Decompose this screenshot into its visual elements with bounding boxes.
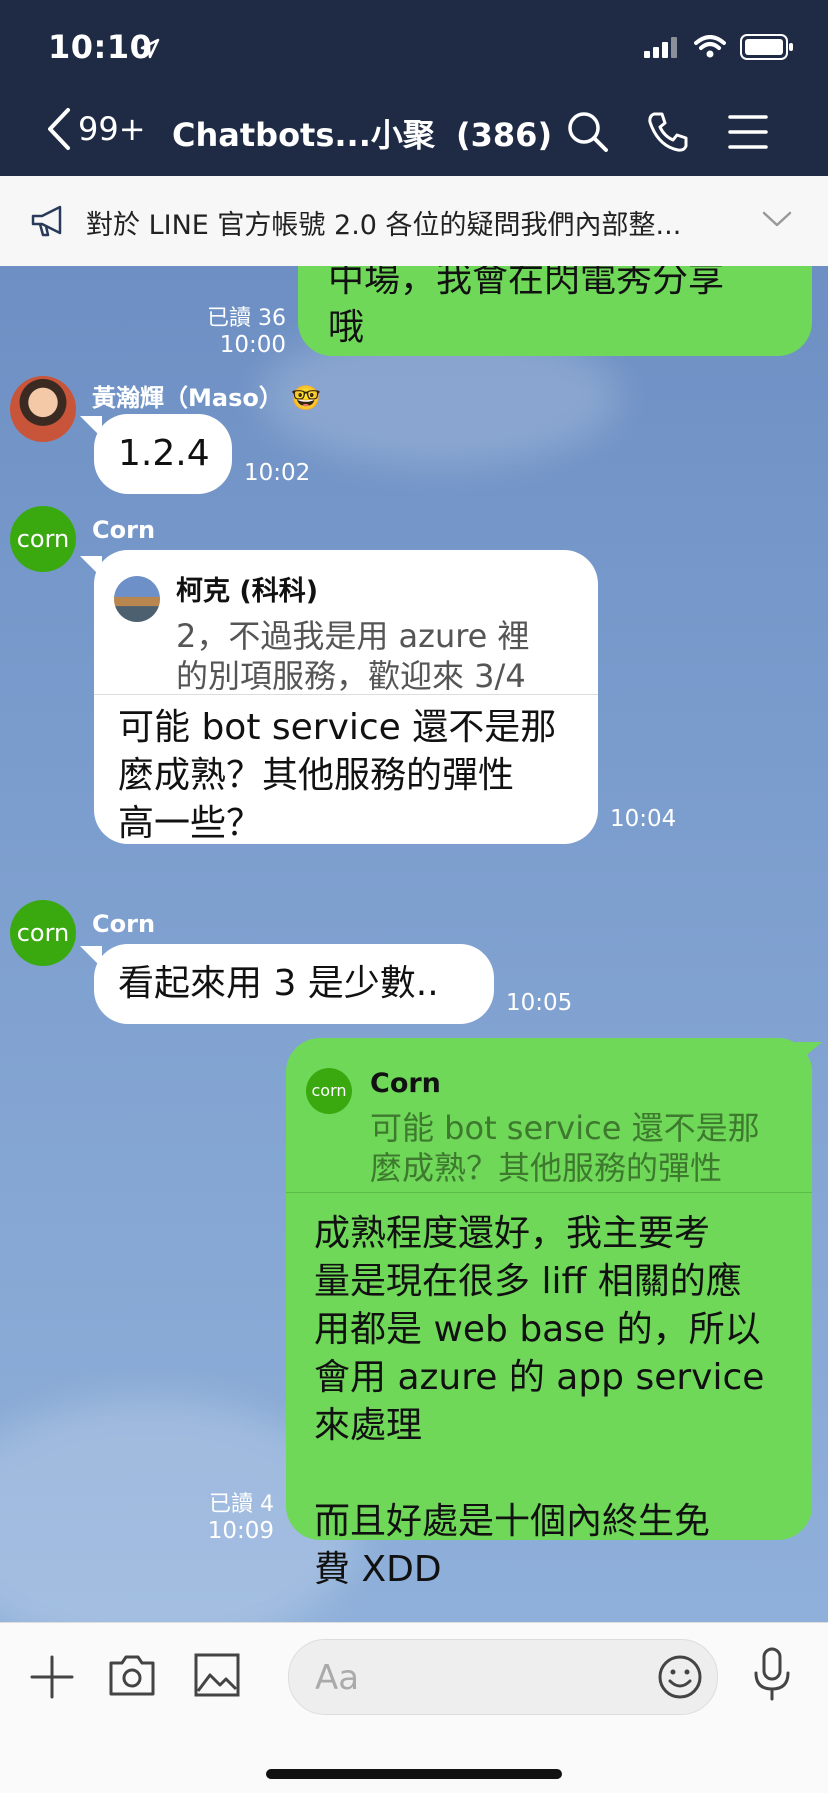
message-time: 10:02 (244, 460, 311, 486)
quoted-text: 可能 bot service 還不是那 麼成熟？其他服務的彈性 (370, 1109, 760, 1187)
quoted-sender: 柯克 (科科) (176, 576, 319, 607)
avatar-label: corn (311, 1081, 347, 1100)
outgoing-reply-bubble[interactable]: corn Corn 可能 bot service 還不是那 麼成熟？其他服務的彈… (286, 1038, 812, 1590)
sender-emoji: 🤓 (291, 384, 322, 412)
emoji-icon[interactable] (657, 1654, 703, 1700)
member-count: (386) (456, 116, 553, 154)
outgoing-message-bubble[interactable]: 中場，我會在閃電秀分享 哦 (298, 266, 812, 356)
chat-title-text: Chatbots...小聚 (172, 116, 435, 154)
chevron-down-icon[interactable] (762, 210, 792, 228)
read-receipt: 已讀 36 (207, 306, 286, 331)
message-time: 10:04 (610, 806, 677, 832)
incoming-message-bubble[interactable]: 1.2.4 (94, 414, 232, 494)
sender-name: Corn (92, 516, 156, 544)
unread-count: 99+ (78, 110, 146, 148)
home-indicator (266, 1769, 562, 1779)
status-bar: 10:10 (0, 0, 828, 88)
location-arrow-icon (140, 38, 160, 59)
plus-icon[interactable] (30, 1655, 74, 1699)
sender-name: Corn (92, 910, 156, 938)
battery-icon (740, 34, 793, 60)
chat-area[interactable]: 中場，我會在閃電秀分享 哦 已讀 36 10:00 黃瀚輝（Maso） 🤓 1.… (0, 266, 828, 1622)
status-time: 10:10 (48, 28, 153, 66)
avatar[interactable] (10, 376, 76, 442)
status-icons (644, 34, 794, 60)
back-button[interactable]: 99+ (44, 106, 146, 152)
microphone-icon[interactable] (752, 1647, 792, 1703)
message-text: 中場，我會在閃電秀分享 哦 (328, 266, 725, 348)
chat-title[interactable]: Chatbots...小聚 (386) (172, 110, 552, 156)
message-input[interactable]: Aa (288, 1639, 718, 1715)
quote-divider (94, 694, 598, 695)
avatar-label: corn (16, 525, 70, 553)
signal-icon (644, 37, 677, 58)
announcement-text: 對於 LINE 官方帳號 2.0 各位的疑問我們內部整... (86, 210, 682, 241)
message-text: 看起來用 3 是少數.. (118, 963, 439, 1004)
message-time: 10:05 (506, 990, 573, 1016)
phone-icon[interactable] (646, 110, 690, 154)
avatar-label: corn (16, 919, 70, 947)
search-icon[interactable] (566, 110, 610, 154)
input-placeholder: Aa (315, 1658, 360, 1698)
quoted-avatar: corn (306, 1068, 352, 1114)
image-icon[interactable] (194, 1653, 240, 1697)
message-meta: 已讀 36 10:00 (180, 300, 286, 358)
quoted-message[interactable]: Corn 可能 bot service 還不是那 麼成熟？其他服務的彈性 (370, 1060, 760, 1188)
sender-name: 黃瀚輝（Maso） 🤓 (92, 378, 321, 413)
quoted-sender: Corn (370, 1068, 441, 1099)
quoted-text: 2，不過我是用 azure 裡 的別項服務，歡迎來 3/4 (176, 617, 530, 695)
message-text: 可能 bot service 還不是那 麼成熟？其他服務的彈性 高一些？ (118, 707, 557, 844)
megaphone-icon (31, 205, 62, 237)
message-text: 成熟程度還好，我主要考 量是現在很多 liff 相關的應 用都是 web bas… (314, 1213, 765, 1590)
incoming-message-bubble[interactable]: 看起來用 3 是少數.. (94, 944, 494, 1024)
wifi-icon (694, 35, 726, 58)
message-meta: 已讀 4 10:09 (168, 1486, 274, 1544)
quoted-avatar (114, 576, 160, 622)
quote-divider (286, 1192, 812, 1193)
chevron-left-icon (48, 108, 70, 150)
camera-icon[interactable] (108, 1653, 156, 1697)
reply-message-bubble[interactable]: 柯克 (科科) 2，不過我是用 azure 裡 的別項服務，歡迎來 3/4 可能… (94, 550, 598, 844)
menu-icon[interactable] (728, 114, 768, 150)
message-text: 1.2.4 (118, 433, 210, 474)
input-bar: Aa (0, 1622, 828, 1793)
avatar[interactable]: corn (10, 900, 76, 966)
read-receipt: 已讀 4 (209, 1492, 274, 1517)
chat-header: 99+ Chatbots...小聚 (386) (0, 88, 828, 176)
quoted-message[interactable]: 柯克 (科科) 2，不過我是用 azure 裡 的別項服務，歡迎來 3/4 (176, 568, 530, 696)
message-time: 10:09 (207, 1518, 274, 1544)
message-time: 10:00 (219, 332, 286, 358)
sender-name-text: 黃瀚輝（Maso） (92, 384, 283, 412)
avatar[interactable]: corn (10, 506, 76, 572)
announcement-bar[interactable]: 對於 LINE 官方帳號 2.0 各位的疑問我們內部整... (0, 176, 828, 267)
